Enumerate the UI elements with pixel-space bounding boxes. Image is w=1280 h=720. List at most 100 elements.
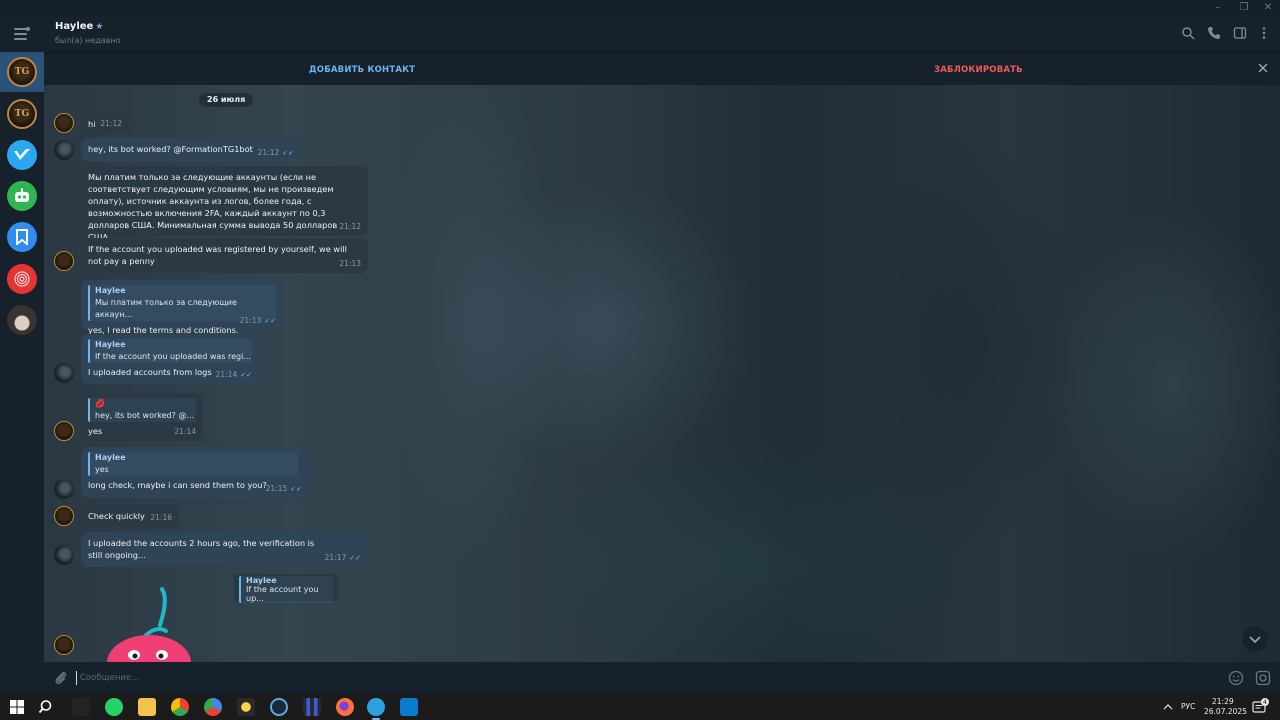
chat-list-item-dog[interactable] (0, 300, 44, 340)
message-composer (44, 662, 1280, 694)
chat-list-item-saved[interactable] (0, 217, 44, 257)
reply-preview[interactable]: Haylee If the account you up... (234, 574, 338, 603)
close-window-icon[interactable]: ✕ (1262, 2, 1274, 14)
clock-date[interactable]: 26.07.2025 (1204, 707, 1247, 716)
message-time: 21:13 (239, 316, 262, 325)
sidebar-toggle-icon[interactable] (1233, 26, 1247, 40)
double-check-icon: ✓✓ (290, 485, 302, 493)
chat-list-item-fingerprint[interactable] (0, 259, 44, 299)
message-time: 21:14 (215, 370, 238, 379)
message-bubble[interactable]: hi 21:12 (81, 113, 129, 133)
message-bubble[interactable]: I uploaded the accounts 2 hours ago, the… (81, 532, 368, 567)
minimize-icon[interactable]: – (1212, 2, 1224, 14)
chrome-profile-icon[interactable] (204, 698, 222, 716)
reply-quote[interactable]: 💋 hey, its bot worked? @... (88, 398, 196, 422)
contact-name[interactable]: Haylee ★ (55, 21, 103, 32)
sender-avatar-icon[interactable] (54, 635, 74, 655)
tg-avatar-icon: TG (7, 99, 37, 129)
add-contact-button[interactable]: ДОБАВИТЬ КОНТАКТ (309, 65, 415, 75)
message-bubble[interactable]: hey, its bot worked? @FormationTG1bot 21… (81, 138, 301, 162)
search-icon[interactable] (38, 698, 56, 716)
double-check-icon: ✓✓ (282, 149, 294, 157)
sender-avatar-icon[interactable] (54, 506, 74, 526)
chat-list-item-active[interactable]: TG (0, 52, 44, 92)
block-contact-button[interactable]: ЗАБЛОКИРОВАТЬ (934, 65, 1023, 75)
sender-avatar-icon[interactable] (54, 421, 74, 441)
message-input[interactable] (76, 671, 1206, 685)
message-history[interactable]: 26 июля hi 21:12 hey, its bot worked? @F… (44, 85, 1280, 662)
language-indicator[interactable]: РУС (1181, 702, 1195, 711)
chat-header: Haylee ★ был(а) недавно (44, 16, 1280, 52)
sender-avatar-icon[interactable] (54, 251, 74, 271)
emoji-icon[interactable] (1228, 670, 1244, 686)
steam-icon[interactable] (270, 698, 288, 716)
notification-count-badge: 4 (1260, 698, 1269, 706)
message-time: 21:17 (324, 553, 347, 562)
firefox-icon[interactable] (336, 698, 354, 716)
message-time: 21:12 (339, 222, 361, 231)
chat-list-item-check[interactable] (0, 135, 44, 175)
robot-avatar-icon (7, 181, 37, 211)
attach-icon[interactable] (53, 670, 69, 686)
contact-action-bar: ДОБАВИТЬ КОНТАКТ ЗАБЛОКИРОВАТЬ (44, 52, 1280, 85)
reply-quote[interactable]: Haylee yes (88, 452, 298, 476)
phone-icon[interactable] (1207, 26, 1221, 40)
message-bubble[interactable]: Haylee yes long check, maybe i can send … (81, 447, 309, 498)
sender-avatar-icon[interactable] (54, 479, 74, 499)
menu-icon[interactable] (14, 27, 30, 40)
taskview-icon[interactable] (72, 698, 90, 716)
checkmark-avatar-icon (7, 140, 37, 170)
video-message-icon[interactable] (1255, 670, 1271, 686)
chat-list-item-tg[interactable]: TG (0, 94, 44, 134)
folder-rail: TG TG (0, 16, 44, 694)
contact-status: был(а) недавно (55, 36, 121, 45)
message-bubble[interactable]: If the account you uploaded was register… (81, 238, 368, 273)
message-time: 21:13 (339, 259, 361, 268)
reply-quote: Haylee If the account you up... (239, 576, 333, 603)
reply-quote[interactable]: Haylee If the account you uploaded was r… (88, 339, 252, 363)
vscode-icon[interactable] (400, 698, 418, 716)
dog-avatar-icon (7, 305, 37, 335)
notification-center-icon[interactable]: 4 (1252, 698, 1269, 714)
sender-avatar-icon[interactable] (54, 363, 74, 383)
windows-taskbar: РУС 21:29 26.07.2025 4 (0, 694, 1280, 720)
message-bubble[interactable]: Haylee If the account you uploaded was r… (81, 334, 259, 384)
message-bubble[interactable]: Haylee Мы платим только за следующие акк… (81, 280, 283, 335)
telegram-icon[interactable] (367, 698, 385, 720)
window-title-bar: – ❐ ✕ (0, 0, 1280, 16)
date-separator: 26 июля (199, 93, 254, 107)
message-time: 21:12 (100, 119, 122, 128)
message-time: 21:12 (257, 148, 280, 157)
double-check-icon: ✓✓ (264, 317, 276, 325)
scroll-down-button[interactable] (1242, 626, 1268, 652)
search-icon[interactable] (1181, 26, 1195, 40)
tg-avatar-icon: TG (7, 57, 37, 87)
message-bubble[interactable]: 💋 hey, its bot worked? @... yes 21:14 (81, 393, 203, 441)
bookmark-avatar-icon (7, 222, 37, 252)
chevron-down-icon (1249, 636, 1261, 644)
app-sun-icon[interactable] (237, 698, 255, 716)
maximize-icon[interactable]: ❐ (1238, 2, 1250, 14)
message-bubble[interactable]: Мы платим только за следующие аккаунты (… (81, 166, 368, 242)
clock-time[interactable]: 21:29 (1212, 697, 1234, 706)
sender-avatar-icon[interactable] (54, 545, 74, 565)
cherry-sticker-icon[interactable] (104, 585, 194, 662)
message-time: 21:15 (265, 484, 288, 493)
chat-list-item-bot[interactable] (0, 176, 44, 216)
double-check-icon: ✓✓ (349, 554, 361, 562)
more-options-icon[interactable] (1257, 26, 1271, 40)
file-explorer-icon[interactable] (138, 698, 156, 716)
whatsapp-icon[interactable] (105, 698, 123, 716)
chevron-up-icon[interactable] (1163, 703, 1173, 711)
chrome-icon[interactable] (171, 698, 189, 716)
chart-app-icon[interactable] (303, 698, 321, 716)
fingerprint-avatar-icon (7, 264, 37, 294)
sender-avatar-icon[interactable] (54, 140, 74, 160)
message-bubble[interactable]: Check quickly 21:16 (81, 505, 179, 527)
telegram-window: – ❐ ✕ TG TG Haylee ★ был(а) недавно ДОБА… (0, 0, 1280, 720)
sender-avatar-icon[interactable] (54, 113, 74, 133)
double-check-icon: ✓✓ (240, 371, 252, 379)
windows-start-icon[interactable] (8, 698, 26, 716)
close-action-bar-icon[interactable] (1256, 61, 1270, 75)
message-time: 21:16 (150, 513, 172, 522)
